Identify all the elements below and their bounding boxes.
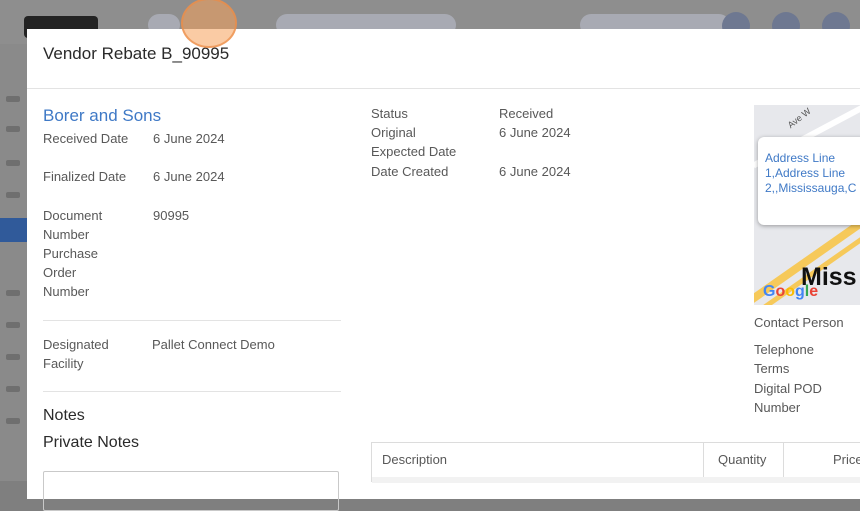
status-label: Status xyxy=(371,106,408,121)
designated-facility-label: Designated Facility xyxy=(43,337,109,371)
sidebar-icon xyxy=(6,192,20,198)
cursor-highlight xyxy=(181,0,237,48)
sidebar-icon xyxy=(6,322,20,328)
sidebar-icon xyxy=(6,290,20,296)
location-map[interactable]: Ave W Address Line 1,Address Line 2,,Mis… xyxy=(754,105,860,305)
table-body xyxy=(372,477,860,483)
sidebar-active-item xyxy=(0,218,27,242)
status-value: Received xyxy=(499,106,554,121)
finalized-date-value: 6 June 2024 xyxy=(153,169,225,184)
column-header-quantity[interactable]: Quantity xyxy=(718,443,766,477)
section-divider xyxy=(43,391,341,392)
document-number-label: Document Number xyxy=(43,208,103,242)
sidebar-icon xyxy=(6,354,20,360)
sidebar-icon xyxy=(6,126,20,132)
sidebar-icon xyxy=(6,418,20,424)
finalized-date-label: Finalized Date xyxy=(43,169,127,184)
column-divider xyxy=(783,443,784,477)
column-divider xyxy=(703,443,704,477)
sidebar-icon xyxy=(6,386,20,392)
column-header-description[interactable]: Description xyxy=(382,443,447,477)
designated-facility-value: Pallet Connect Demo xyxy=(152,337,275,352)
map-address-link[interactable]: Address Line 1,Address Line 2,,Mississau… xyxy=(765,151,860,196)
date-created-label: Date Created xyxy=(371,164,449,179)
sidebar-icon xyxy=(6,160,20,166)
line-items-table: Description Quantity Price xyxy=(371,442,860,483)
telephone-label: Telephone xyxy=(754,342,814,357)
contact-person-label: Contact Person xyxy=(754,315,844,330)
vendor-rebate-modal: Vendor Rebate B_90995 Borer and Sons Rec… xyxy=(27,29,860,511)
date-created-value: 6 June 2024 xyxy=(499,164,571,179)
column-header-price[interactable]: Price xyxy=(833,443,860,477)
vendor-name-link[interactable]: Borer and Sons xyxy=(43,106,161,126)
sidebar-icon xyxy=(6,96,20,102)
original-expected-date-value: 6 June 2024 xyxy=(499,125,571,140)
section-divider xyxy=(43,320,341,321)
purchase-order-number-label: Purchase Order Number xyxy=(43,246,98,299)
modal-header: Vendor Rebate B_90995 xyxy=(27,29,860,89)
terms-label: Terms xyxy=(754,361,790,376)
private-notes-textarea[interactable] xyxy=(43,471,339,511)
notes-heading: Notes xyxy=(43,407,85,424)
original-expected-date-label: Original Expected Date xyxy=(371,125,457,159)
received-date-label: Received Date xyxy=(43,131,129,146)
document-number-value: 90995 xyxy=(153,208,190,223)
digital-pod-number-label: Digital POD Number xyxy=(754,381,822,415)
google-logo: Google xyxy=(763,283,819,300)
received-date-value: 6 June 2024 xyxy=(153,131,225,146)
map-street-label: Ave W xyxy=(785,105,813,131)
private-notes-heading: Private Notes xyxy=(43,434,140,451)
